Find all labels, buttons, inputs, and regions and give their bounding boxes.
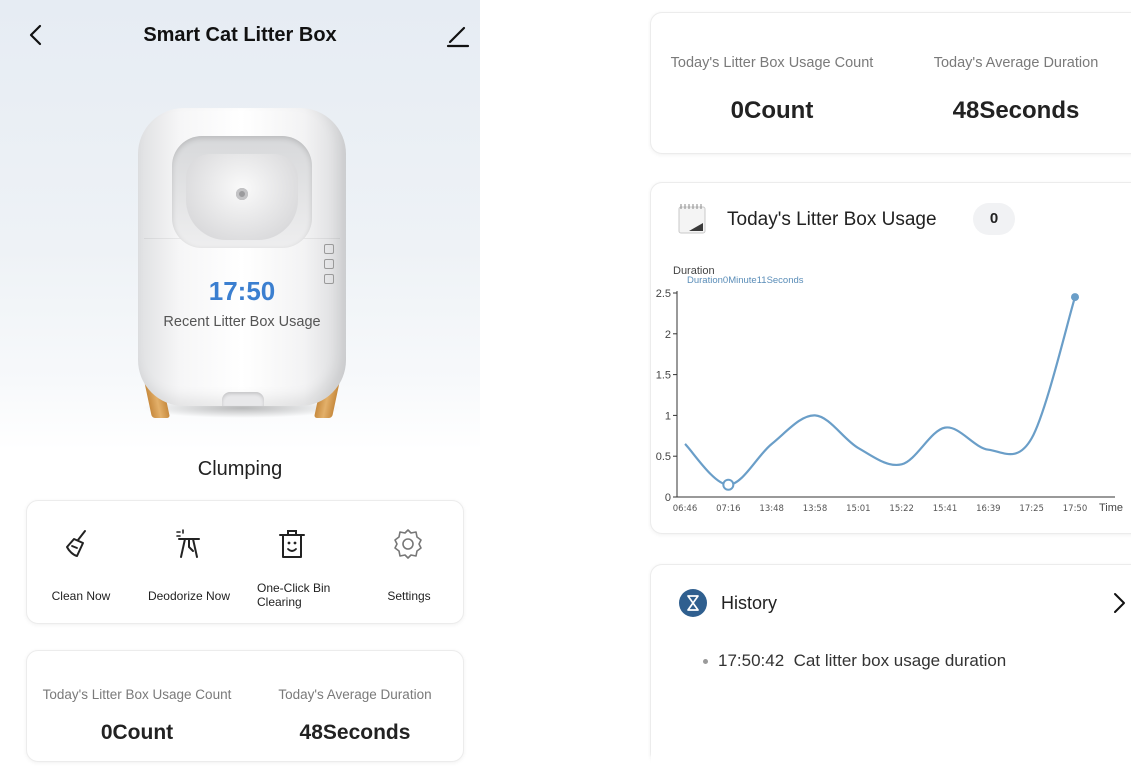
action-label: Clean Now [51, 589, 111, 603]
history-title: History [721, 593, 778, 613]
history-list-item[interactable]: 17:50:42 Cat litter box usage duration [703, 651, 1006, 671]
chart-y-tick-label: 1 [665, 410, 671, 422]
stat-label: Today's Litter Box Usage Count [670, 55, 874, 71]
hourglass-icon [679, 589, 707, 617]
chart-x-axis-label: Time [1099, 502, 1123, 514]
device-sensor-dot [236, 188, 248, 200]
deodorize-icon [176, 529, 200, 558]
recent-usage-time: 17:50 [208, 276, 276, 306]
stat-label: Today's Average Duration [278, 687, 432, 702]
history-card: History 17:50:42 Cat litter box usage du… [650, 564, 1131, 769]
device-status: Clumping [197, 458, 283, 480]
litter-box-device-image: 17:50 Recent Litter Box Usage [138, 108, 346, 420]
device-body: 17:50 Recent Litter Box Usage [138, 108, 346, 406]
usage-count-stat: Today's Litter Box Usage Count 0Count [648, 13, 897, 155]
duration-series-line [684, 296, 1077, 486]
stat-label: Today's Average Duration [933, 55, 1099, 71]
usage-duration-chart: 0 0.5 1 1.5 2 2.5 06:46 07:16 13:48 13:58 15:01 15… [656, 265, 1123, 514]
gear-icon [394, 529, 422, 559]
stat-value: 48Seconds [299, 721, 411, 744]
recent-usage-label: Recent Litter Box Usage [163, 314, 321, 330]
chevron-right-icon [1114, 593, 1125, 613]
one-click-bin-clearing-button[interactable]: One-Click Bin Clearing [239, 501, 347, 625]
stat-label: Today's Litter Box Usage Count [42, 687, 232, 702]
page-title: Smart Cat Litter Box [143, 24, 337, 46]
left-screen: Smart Cat Litter Box 17:50 Recent Litter… [0, 0, 480, 769]
stat-value: 48Seconds [952, 97, 1080, 124]
chart-tooltip: Duration0Minute11Seconds [687, 275, 804, 286]
pencil-icon [446, 26, 470, 48]
usage-chart-title: Today's Litter Box Usage [727, 209, 937, 230]
average-duration-stat: Today's Average Duration 48Seconds [891, 13, 1131, 155]
chart-x-tick-label: 17:50 [1063, 504, 1088, 514]
chart-y-tick-label: 2.5 [656, 288, 671, 300]
right-screen: Today's Litter Box Usage Count 0Count To… [648, 0, 1131, 769]
history-item-text: Cat litter box usage duration [793, 651, 1007, 670]
bullet [703, 659, 708, 665]
action-label: One-Click Bin Clearing [257, 581, 331, 609]
usage-count-stat: Today's Litter Box Usage Count 0Count [27, 651, 247, 763]
chart-x-tick-label: 13:58 [803, 504, 828, 514]
device-entrance [172, 136, 312, 248]
chart-x-tick-label: 15:22 [889, 504, 914, 514]
chart-y-tick-labels: 0 0.5 1 1.5 2 2.5 [656, 288, 677, 504]
settings-button[interactable]: Settings [355, 501, 463, 625]
chart-x-tick-label: 15:01 [846, 504, 871, 514]
chart-x-tick-label: 13:48 [759, 504, 784, 514]
usage-stats-card: Today's Litter Box Usage Count 0Count To… [650, 12, 1131, 154]
chart-x-tick-labels: 06:46 07:16 13:48 13:58 15:01 15:22 15:41 16:39… [673, 504, 1088, 514]
chart-y-tick-label: 2 [665, 329, 671, 341]
chart-data-points [722, 293, 1079, 491]
usage-chart-card: Today's Litter Box Usage 0 0 0.5 1 1.5 2 2.5 … [650, 182, 1131, 534]
chart-y-tick-label: 0.5 [656, 451, 671, 463]
chart-x-tick-label: 07:16 [716, 504, 741, 514]
history-item-time: 17:50:42 [718, 651, 785, 670]
broom-icon [66, 530, 86, 557]
stat-value: 0Count [730, 97, 814, 124]
chart-x-tick-label: 16:39 [976, 504, 1001, 514]
chart-highlighted-point[interactable] [722, 478, 735, 491]
usage-count-badge: 0 [973, 203, 1015, 235]
trash-bin-icon [279, 530, 305, 558]
actions-card: Clean Now Deodorize Now One-Click Bin Cl… [26, 500, 464, 624]
action-label: Settings [387, 589, 431, 603]
history-row[interactable]: History [651, 565, 1131, 641]
clean-now-button[interactable]: Clean Now [27, 501, 135, 625]
chart-last-point[interactable] [1071, 293, 1079, 302]
chart-x-tick-label: 17:25 [1019, 504, 1044, 514]
edit-button[interactable] [444, 20, 472, 50]
action-label: Deodorize Now [147, 589, 231, 603]
average-duration-stat: Today's Average Duration 48Seconds [245, 651, 465, 763]
usage-stats-card: Today's Litter Box Usage Count 0Count To… [26, 650, 464, 762]
nav-bar: Smart Cat Litter Box [0, 14, 480, 58]
chart-x-tick-label: 06:46 [673, 504, 698, 514]
chart-y-tick-label: 0 [665, 492, 671, 504]
chart-x-tick-label: 15:41 [933, 504, 958, 514]
calendar-icon [678, 204, 706, 234]
deodorize-now-button[interactable]: Deodorize Now [135, 501, 243, 625]
stat-value: 0Count [100, 721, 174, 744]
chart-y-tick-label: 1.5 [656, 370, 671, 382]
